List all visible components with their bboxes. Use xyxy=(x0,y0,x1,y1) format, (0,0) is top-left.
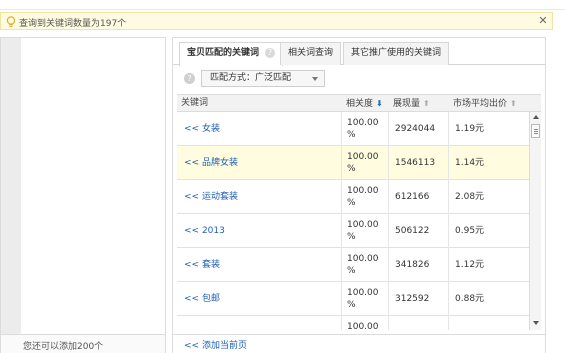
column-label: 展现量 xyxy=(393,99,421,109)
keyword-add-link[interactable]: << 包邮 xyxy=(177,282,342,316)
remaining-count-text: 您还可以添加200个 xyxy=(23,342,104,352)
selected-keywords-panel: 您还可以添加200个 xyxy=(0,37,166,353)
tab-matched-keywords[interactable]: 宝贝匹配的关键词? xyxy=(179,42,284,66)
table-row: << 包邮 100.00 % 312592 0.88元 xyxy=(177,282,529,316)
table-footer: << 添加当前页 xyxy=(173,334,545,353)
notice-bar: 查询到关键词数量为197个 ✕ xyxy=(0,12,553,30)
avg-price-cell: 0.95元 xyxy=(455,226,485,236)
column-label: 相关度 xyxy=(346,99,374,109)
impressions-cell: 2924044 xyxy=(389,112,449,146)
keyword-add-link[interactable]: << 2013 xyxy=(177,214,342,248)
tab-related-search[interactable]: 相关词查询 xyxy=(280,42,342,65)
left-panel-footer: 您还可以添加200个 xyxy=(1,334,165,353)
scroll-up-arrow-icon[interactable] xyxy=(533,115,539,119)
sort-asc-icon: ⬆ xyxy=(510,99,517,108)
sort-desc-icon: ⬇ xyxy=(376,99,383,108)
match-type-bar: ? 匹配方式：广泛匹配 xyxy=(173,66,545,92)
match-type-select[interactable]: 匹配方式：广泛匹配 xyxy=(201,70,325,87)
column-label: 市场平均出价 xyxy=(453,99,508,109)
avg-price-cell xyxy=(449,316,529,330)
table-row: 100.00 xyxy=(177,316,529,330)
table-header: 关键词 相关度 ⬇ 展现量 ⬆ 市场平均出价 ⬆ xyxy=(177,94,541,112)
impressions-cell: 612166 xyxy=(389,180,449,214)
column-header-relevance[interactable]: 相关度 ⬇ xyxy=(342,95,389,112)
help-icon[interactable]: ? xyxy=(184,73,195,84)
sort-asc-icon: ⬆ xyxy=(423,99,430,108)
close-icon[interactable]: ✕ xyxy=(536,14,550,28)
relevance-cell: 100.00 % xyxy=(342,112,389,146)
avg-price-cell: 2.08元 xyxy=(455,192,485,202)
avg-price-cell: 1.14元 xyxy=(455,158,485,168)
keyword-search-panel: 宝贝匹配的关键词? 相关词查询 其它推广使用的关键词 ? 匹配方式：广泛匹配 关… xyxy=(172,37,546,353)
keyword-add-link[interactable]: << 运动套装 xyxy=(177,180,342,214)
lightbulb-icon xyxy=(6,16,16,28)
relevance-cell: 100.00 % xyxy=(342,180,389,214)
table-row: << 女装 100.00 % 2924044 1.19元 xyxy=(177,112,529,146)
tab-label: 相关词查询 xyxy=(288,48,334,58)
table-row: << 套装 100.00 % 341826 1.12元 xyxy=(177,248,529,282)
table-row: << 品牌女装 100.00 % 1546113 1.14元 xyxy=(177,146,529,180)
notice-message: 查询到关键词数量为197个 xyxy=(19,19,127,29)
impressions-cell: 1546113 xyxy=(389,146,449,180)
avg-price-cell: 0.88元 xyxy=(455,294,485,304)
impressions-cell: 312592 xyxy=(389,282,449,316)
avg-price-cell: 1.19元 xyxy=(455,124,485,134)
column-header-avg-price[interactable]: 市场平均出价 ⬆ xyxy=(449,95,541,112)
scroll-down-arrow-icon[interactable] xyxy=(533,321,539,325)
column-label: 关键词 xyxy=(181,98,209,108)
top-bar xyxy=(0,0,565,10)
keyword-add-link[interactable] xyxy=(177,316,342,330)
vertical-scrollbar[interactable] xyxy=(529,112,541,330)
table-row: << 2013 100.00 % 506122 0.95元 xyxy=(177,214,529,248)
relevance-cell: 100.00 % xyxy=(342,282,389,316)
relevance-cell: 100.00 % xyxy=(342,248,389,282)
avg-price-cell: 1.12元 xyxy=(455,260,485,270)
tab-label: 宝贝匹配的关键词 xyxy=(187,48,260,58)
keyword-add-link[interactable]: << 品牌女装 xyxy=(177,146,342,180)
chevron-down-icon xyxy=(312,77,318,81)
left-panel-gutter xyxy=(1,38,21,334)
table-row: << 运动套装 100.00 % 612166 2.08元 xyxy=(177,180,529,214)
match-type-value: 匹配方式：广泛匹配 xyxy=(210,73,292,83)
impressions-cell: 341826 xyxy=(389,248,449,282)
relevance-cell: 100.00 % xyxy=(342,146,389,180)
help-icon[interactable]: ? xyxy=(265,47,276,58)
column-header-impressions[interactable]: 展现量 ⬆ xyxy=(389,95,449,112)
keyword-add-link[interactable]: << 套装 xyxy=(177,248,342,282)
add-current-page-link[interactable]: << 添加当前页 xyxy=(184,338,247,351)
impressions-cell: 506122 xyxy=(389,214,449,248)
keyword-add-link[interactable]: << 女装 xyxy=(177,112,342,146)
column-header-keyword[interactable]: 关键词 xyxy=(177,95,342,112)
relevance-cell: 100.00 xyxy=(342,316,389,330)
impressions-cell xyxy=(389,316,449,330)
tab-bar: 宝贝匹配的关键词? 相关词查询 其它推广使用的关键词 xyxy=(173,38,545,66)
tab-other-keywords[interactable]: 其它推广使用的关键词 xyxy=(343,42,450,65)
scrollbar-thumb[interactable] xyxy=(531,124,540,138)
table-body: << 女装 100.00 % 2924044 1.19元 << 品牌女装 100… xyxy=(177,112,529,330)
tab-label: 其它推广使用的关键词 xyxy=(351,48,442,58)
relevance-cell: 100.00 % xyxy=(342,214,389,248)
